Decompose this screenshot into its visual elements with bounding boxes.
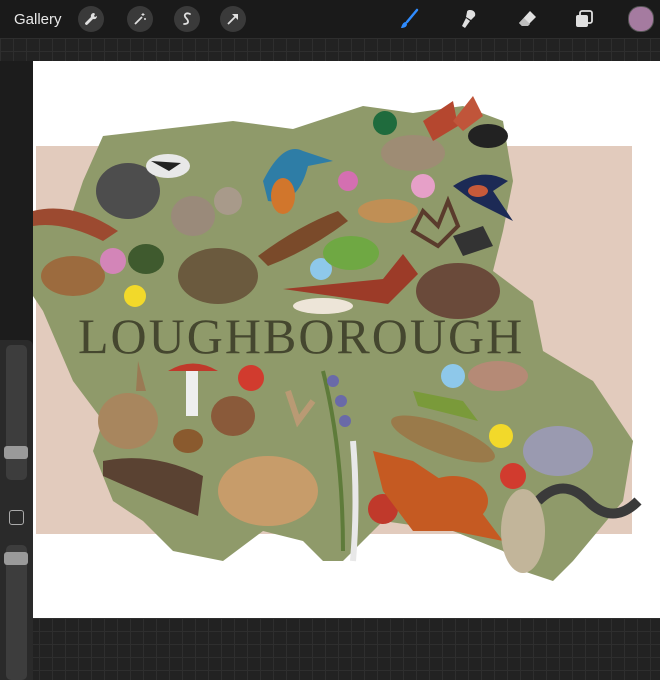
color-swatch[interactable] — [628, 6, 654, 32]
gallery-button[interactable]: Gallery — [14, 11, 62, 28]
transform-arrow-icon[interactable] — [220, 6, 246, 32]
toad-illustration — [178, 248, 258, 304]
fossil-illustration — [501, 489, 545, 573]
modify-button[interactable] — [9, 510, 24, 525]
brush-size-slider-thumb[interactable] — [4, 446, 28, 459]
moth-illustration — [358, 199, 418, 223]
orchid-stem-illustration — [350, 440, 359, 562]
map-title: LOUGHBOROUGH — [78, 308, 524, 364]
opacity-slider[interactable] — [6, 545, 27, 680]
selection-icon[interactable] — [174, 6, 200, 32]
acorn-illustration — [173, 429, 203, 453]
wrench-icon[interactable] — [78, 6, 104, 32]
pigeon-illustration — [523, 426, 593, 476]
layers-icon[interactable] — [571, 6, 597, 32]
top-toolbar: Gallery — [0, 0, 660, 38]
mouse-illustration — [211, 396, 255, 436]
drawing-canvas[interactable]: LOUGHBOROUGH — [33, 61, 660, 618]
jay-illustration — [468, 361, 528, 391]
smudge-icon[interactable] — [456, 6, 482, 32]
magic-wand-icon[interactable] — [127, 6, 153, 32]
canvas-background-top — [0, 38, 660, 61]
brush-size-slider[interactable] — [6, 345, 27, 480]
muntjac-illustration — [41, 256, 105, 296]
oak-leaf-illustration — [128, 244, 164, 274]
brush-sidebar — [0, 340, 33, 680]
artwork: LOUGHBOROUGH — [33, 96, 642, 581]
beetle-illustration — [468, 124, 508, 148]
opacity-slider-thumb[interactable] — [4, 552, 28, 565]
canvas-background-bottom — [0, 618, 660, 680]
brush-icon[interactable] — [396, 6, 422, 32]
leaf-illustration — [323, 236, 379, 270]
eraser-icon[interactable] — [514, 6, 540, 32]
